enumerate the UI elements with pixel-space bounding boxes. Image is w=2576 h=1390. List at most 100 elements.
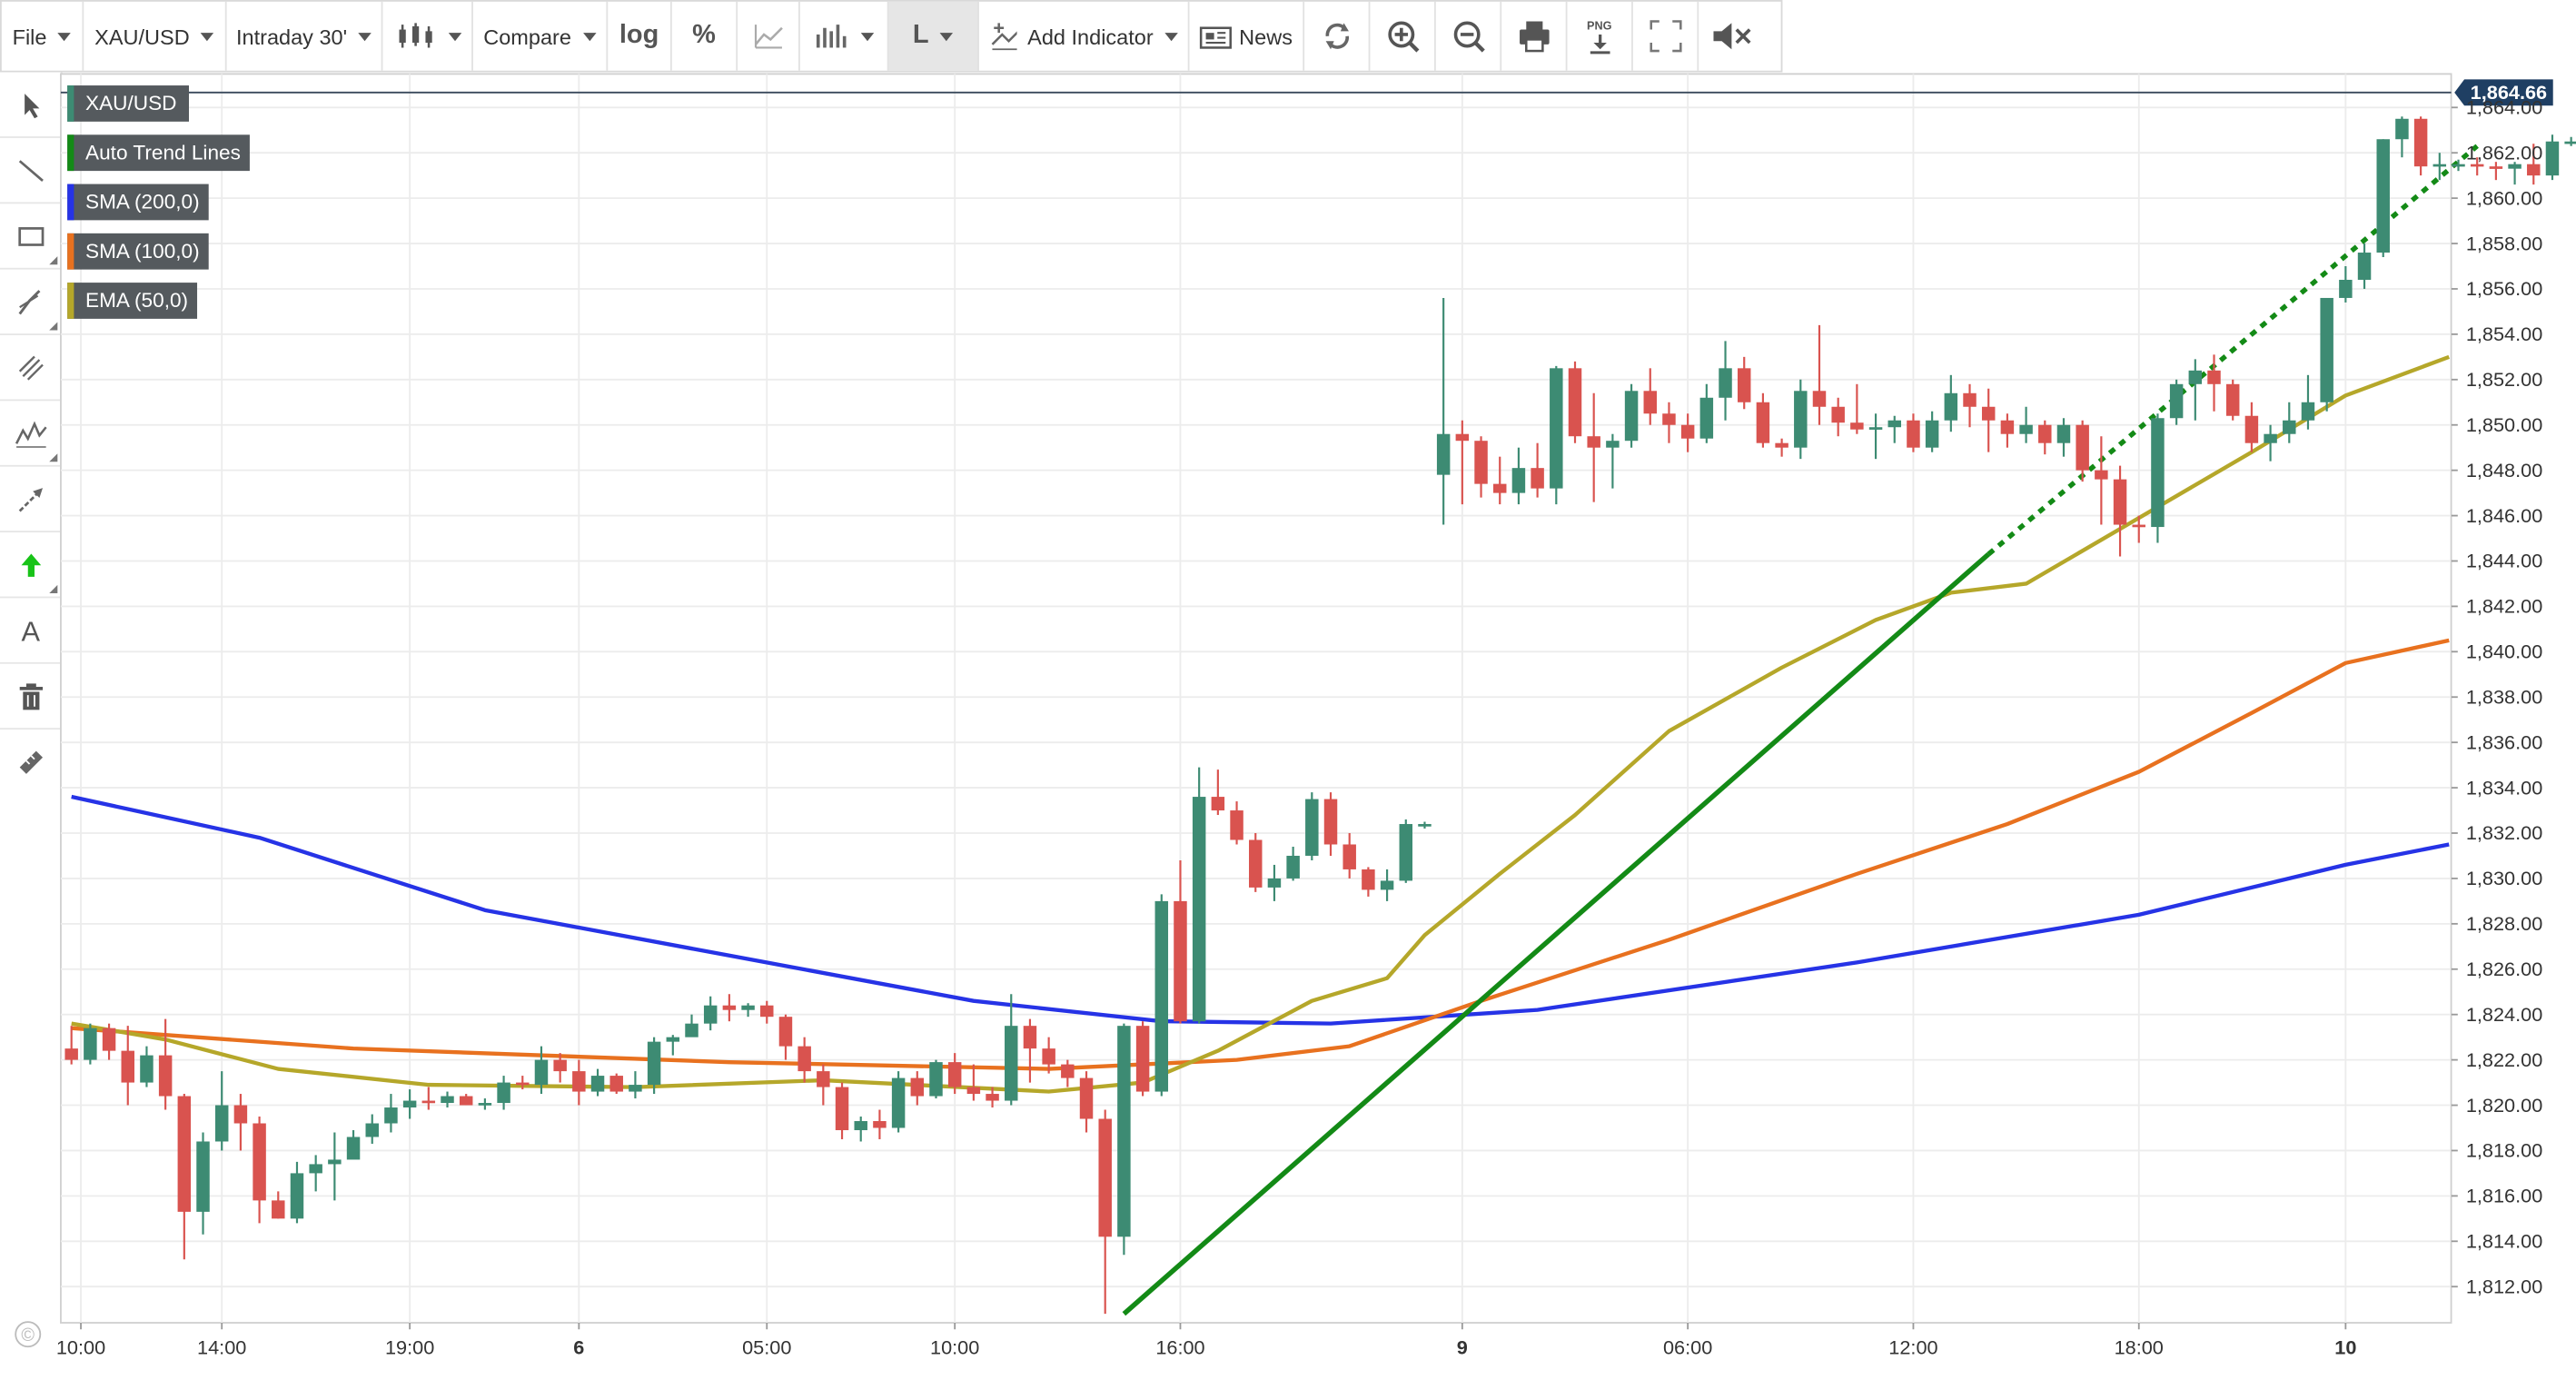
x-tick-label: 9 (1457, 1335, 1468, 1358)
candle-body-down (1023, 1026, 1037, 1049)
legend-item-label: SMA (200,0) (85, 191, 200, 213)
candle-body-up (2432, 164, 2447, 167)
candle-body-up (441, 1096, 454, 1104)
candle-body-up (478, 1103, 492, 1106)
candle-body-down (1587, 436, 1600, 448)
legend-item-label: EMA (50,0) (85, 289, 188, 312)
candle-body-down (2132, 524, 2145, 528)
candle-body-up (2264, 433, 2277, 443)
candle-body-up (854, 1121, 867, 1130)
legend-item-label: XAU/USD (85, 92, 176, 114)
candle-body-down (1249, 839, 1263, 888)
candle-body-down (947, 1062, 962, 1087)
x-tick-label: 12:00 (1888, 1335, 1937, 1358)
candle-body-up (1511, 468, 1526, 493)
legend-color-swatch (67, 233, 74, 270)
candle-body-up (2339, 279, 2353, 298)
candle-body-down (1775, 442, 1788, 448)
candle-body-up (1267, 878, 1282, 888)
candle-body-down (516, 1082, 530, 1086)
candle-body-up (685, 1023, 698, 1038)
legend-color-swatch (67, 184, 74, 221)
y-tick-label: 1,856.00 (2466, 277, 2542, 300)
y-tick-label: 1,824.00 (2466, 1003, 2542, 1026)
candle-body-down (1135, 1026, 1150, 1092)
candle-body-down (102, 1028, 116, 1051)
candle-body-down (1174, 900, 1187, 1022)
candle-body-down (1963, 392, 1977, 407)
legend-color-swatch (67, 85, 74, 122)
candle-body-down (2038, 424, 2052, 443)
candle-body-down (1061, 1064, 1075, 1078)
candle-body-up (703, 1005, 718, 1024)
candle-body-up (590, 1076, 605, 1092)
candle-body-down (177, 1096, 192, 1212)
legend-color-swatch (67, 283, 74, 319)
candle-body-up (2283, 420, 2296, 434)
y-tick-label: 1,862.00 (2466, 141, 2542, 164)
candle-body-up (2564, 141, 2576, 144)
candle-body-down (873, 1121, 887, 1128)
x-tick-label: 10 (2334, 1335, 2356, 1358)
candle-body-up (309, 1164, 322, 1174)
candle-body-down (2470, 164, 2484, 167)
candle-body-up (1117, 1026, 1131, 1237)
candle-body-down (1850, 422, 1864, 430)
x-tick-label: 18:00 (2115, 1335, 2164, 1358)
candle-body-up (1944, 392, 1958, 421)
candle-body-up (1305, 799, 1319, 856)
y-tick-label: 1,864.00 (2466, 96, 2542, 119)
candle-body-up (2357, 253, 2372, 280)
candle-body-down (1643, 391, 1658, 414)
candle-body-up (1005, 1026, 1018, 1101)
candle-body-down (2207, 370, 2221, 384)
candle-body-up (2188, 370, 2203, 384)
candle-body-up (1399, 824, 1413, 881)
candle-body-down (2113, 479, 2127, 525)
candle-body-up (1719, 368, 1732, 398)
candle-body-down (272, 1200, 285, 1219)
y-axis: 1,812.00 1,814.00 1,816.00 1,818.00 1,820.00… (2451, 96, 2542, 1297)
copyright-icon: © (15, 1321, 42, 1348)
candle-body-down (553, 1059, 567, 1072)
y-tick-label: 1,858.00 (2466, 232, 2542, 254)
candle-body-up (2508, 164, 2522, 169)
candle-body-down (1098, 1118, 1112, 1237)
candle-body-up (1699, 397, 1714, 439)
y-tick-label: 1,812.00 (2466, 1275, 2542, 1297)
candle-body-up (1418, 824, 1432, 827)
candle-body-down (1662, 413, 1676, 425)
candle-body-up (84, 1028, 97, 1060)
candle-body-down (121, 1050, 134, 1083)
y-tick-label: 1,834.00 (2466, 776, 2542, 799)
candle-body-down (1230, 810, 1243, 840)
candle-body-down (2225, 383, 2240, 416)
legend-color-swatch (67, 134, 74, 172)
candle-body-down (1474, 441, 1488, 484)
candle-body-down (1455, 433, 1470, 442)
x-tick-label: 6 (573, 1335, 584, 1358)
y-tick-label: 1,830.00 (2466, 867, 2542, 889)
candle-body-up (365, 1123, 379, 1137)
candle-body-up (891, 1077, 906, 1128)
candle-body-up (1624, 391, 1639, 442)
y-tick-label: 1,818.00 (2466, 1139, 2542, 1162)
x-axis: 10:00 14:00 19:00 6 05:00 10:00 16:00 9 06:00 12:… (56, 1323, 2356, 1358)
y-tick-label: 1,838.00 (2466, 685, 2542, 708)
candle-body-down (817, 1071, 830, 1087)
candle-body-down (910, 1077, 925, 1097)
plot-area[interactable] (60, 73, 2452, 1324)
candle-body-up (2545, 141, 2560, 176)
candle-body-down (1042, 1048, 1055, 1065)
candle-body-down (1812, 391, 1827, 407)
price-chart[interactable]: 1,864.66 1,812.001,814.001,816.001,818.0… (0, 0, 2576, 1390)
candle-body-up (2452, 164, 2465, 167)
candle-body-up (402, 1100, 417, 1108)
candle-body-down (1492, 483, 1507, 493)
candle-body-up (2151, 418, 2165, 528)
y-tick-label: 1,832.00 (2466, 821, 2542, 844)
candle-body-down (1737, 368, 1751, 402)
y-tick-label: 1,860.00 (2466, 186, 2542, 209)
y-tick-label: 1,820.00 (2466, 1094, 2542, 1117)
candle-body-up (346, 1137, 361, 1160)
